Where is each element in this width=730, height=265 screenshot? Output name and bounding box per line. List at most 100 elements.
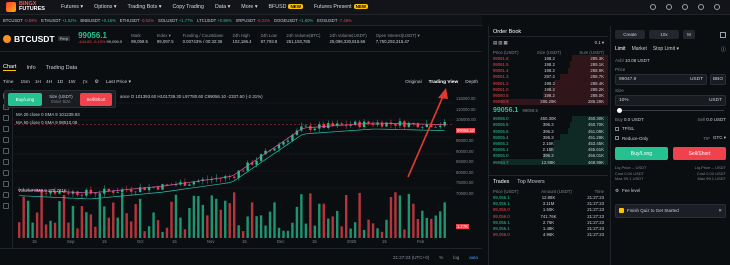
settings-icon[interactable] (714, 4, 720, 10)
tab-info[interactable]: Info (26, 65, 35, 71)
ticker-item[interactable]: XRPUSDT -0.21% (236, 18, 270, 23)
quick-size-input[interactable]: Enter Size (45, 99, 77, 104)
download-icon[interactable] (682, 4, 688, 10)
interval-option[interactable]: 1H (35, 80, 41, 85)
margin-mode-button[interactable]: M (683, 30, 695, 39)
nav-trading-bots[interactable]: Trading Bots ▾ (127, 4, 161, 10)
time-selector[interactable]: Time (3, 80, 13, 85)
ticker-item[interactable]: EOSUSDT -7.46% (317, 18, 352, 23)
ask-row[interactable]: 99060.5 286.29K 286.29K (489, 98, 608, 105)
trash-icon[interactable] (3, 203, 9, 209)
tab-chart[interactable]: Chart (3, 64, 17, 71)
fee-level[interactable]: ⚙ Fee level (611, 182, 730, 200)
info-icon[interactable]: ⓘ (721, 46, 726, 53)
view-depth[interactable]: Depth (465, 80, 478, 85)
ask-row[interactable]: 99061.8 198.2 289.3K (489, 55, 608, 62)
last-price-dropdown[interactable]: Last Price ▾ (106, 80, 131, 85)
nav-bfusd[interactable]: BFUSD NEW (268, 4, 303, 10)
leverage-button[interactable]: 10x (649, 30, 679, 39)
nav-data[interactable]: Data ▾ (215, 4, 230, 10)
nav-copy-trading[interactable]: Copy Trading (172, 4, 204, 10)
slider-handle[interactable] (617, 108, 622, 113)
zoom-icon[interactable] (3, 170, 9, 176)
tab-top-movers[interactable]: Top Movers (517, 179, 544, 185)
ticker-item[interactable]: ETHUSDT -0.52% (120, 18, 154, 23)
brush-icon[interactable] (3, 126, 9, 132)
interval-option[interactable]: 1W (68, 80, 75, 85)
reduce-only-option[interactable]: Reduce-Only TIF GTC ▾ (611, 134, 730, 142)
bbo-button[interactable]: BBO (710, 74, 726, 85)
bid-row[interactable]: 99055.0 396.3 456.01K (489, 152, 608, 159)
stat-label: Mark (131, 32, 141, 38)
nav-futures[interactable]: Futures ▾ (61, 4, 83, 10)
ticker-item[interactable]: BTCUSDT -0.59% (3, 18, 37, 23)
close-icon[interactable]: ✕ (718, 208, 722, 214)
interval-option[interactable]: 4H (46, 80, 52, 85)
ask-row[interactable]: 99061.0 198.2 288.2K (489, 86, 608, 93)
layout-icons[interactable]: ▤ ▥ ▦ (493, 40, 508, 46)
globe-icon[interactable] (698, 4, 704, 10)
bid-row[interactable]: 99055.2 2.16K 453.45K (489, 140, 608, 147)
bid-row[interactable]: 99056.0 450.30K 450.30K (489, 115, 608, 122)
price-chart[interactable] (14, 88, 454, 238)
bid-row[interactable]: 99054.7 12.98K 468.99K (489, 159, 608, 166)
quick-buy-button[interactable]: Buy/Long (8, 92, 42, 106)
ticker-item[interactable]: BNBUSDT +0.16% (80, 18, 115, 23)
tif-select[interactable]: GTC ▾ (713, 135, 726, 141)
brand-logo[interactable]: BINGX FUTURES (0, 1, 51, 12)
size-input[interactable]: 10% USDT (615, 95, 726, 106)
lock-icon[interactable] (3, 192, 9, 198)
bid-row[interactable]: 99055.8 396.3 450.70K (489, 121, 608, 129)
bid-row[interactable]: 99055.4 396.3 451.29K (489, 134, 608, 141)
indicator-icon[interactable]: ƒx (82, 80, 87, 85)
bid-row[interactable]: 99055.6 396.3 451.09K (489, 128, 608, 135)
interval-option[interactable]: 1D (57, 80, 63, 85)
tab-market[interactable]: Market (632, 46, 647, 53)
pattern-icon[interactable] (3, 148, 9, 154)
nav-futures-present[interactable]: Futures Present NEW (314, 4, 369, 10)
symbol-name[interactable]: BTCUSDT (14, 34, 55, 44)
ask-row[interactable]: 99061.3 297.2 288.7K (489, 73, 608, 80)
tab-trades[interactable]: Trades (493, 179, 509, 185)
price-input[interactable]: 99047.9 USDT (615, 74, 707, 85)
tab-trading-data[interactable]: Trading Data (46, 65, 78, 71)
sell-short-button[interactable]: Sell/Short (673, 147, 726, 160)
ask-row[interactable]: 99061.4 198.2 288.9K (489, 67, 608, 74)
magnet-icon[interactable] (3, 181, 9, 187)
size-slider[interactable] (617, 106, 724, 116)
log-toggle[interactable]: log (453, 255, 459, 260)
buy-long-button[interactable]: Buy/Long (615, 147, 668, 160)
percent-toggle[interactable]: % (439, 255, 443, 260)
ticker-item[interactable]: LTCUSDT +0.98% (197, 18, 231, 23)
settings-icon[interactable]: ⚙ (95, 80, 99, 85)
ticker-item[interactable]: DOGEUSDT +1.60% (274, 18, 313, 23)
ask-row[interactable]: 99061.5 198.2 289.1K (489, 61, 608, 68)
create-button[interactable]: Create (615, 30, 645, 39)
interval-option[interactable]: 15m (20, 80, 29, 85)
ruler-icon[interactable] (3, 159, 9, 165)
tpsl-option[interactable]: TP/SL (611, 123, 730, 134)
quiz-banner[interactable]: Finish Quiz to Get Started ✕ (615, 203, 726, 218)
volume-bar (309, 193, 312, 238)
ticker-item[interactable]: SOLUSDT +1.77% (158, 18, 193, 23)
quick-sell-button[interactable]: Sell/Short (79, 92, 112, 106)
ask-row[interactable]: 99060.8 198.2 288.0K (489, 92, 608, 99)
nav-more[interactable]: More ▾ (241, 4, 257, 10)
calculator-icon[interactable] (720, 31, 726, 38)
auto-toggle[interactable]: auto (469, 255, 478, 260)
ticker-item[interactable]: ETHUSDT +1.52% (41, 18, 76, 23)
nav-options[interactable]: Options ▾ (94, 4, 116, 10)
tab-limit[interactable]: Limit (615, 46, 626, 53)
search-icon[interactable] (650, 4, 656, 10)
bid-row[interactable]: 99055.1 2.16K 455.61K (489, 146, 608, 153)
tab-stop-limit[interactable]: Stop Limit ▾ (653, 46, 679, 53)
ask-row[interactable]: 99061.2 198.2 288.4K (489, 79, 608, 87)
text-icon[interactable] (3, 137, 9, 143)
reduce-only-checkbox[interactable] (615, 136, 619, 140)
notification-icon[interactable] (666, 4, 672, 10)
step-select[interactable]: 0.1 ▾ (595, 40, 604, 46)
fib-icon[interactable] (3, 115, 9, 121)
trade-time: 21:27:23 (587, 194, 604, 200)
tpsl-checkbox[interactable] (615, 126, 619, 131)
utc-clock[interactable]: 21:27:23 (UTC+0) (393, 255, 429, 260)
